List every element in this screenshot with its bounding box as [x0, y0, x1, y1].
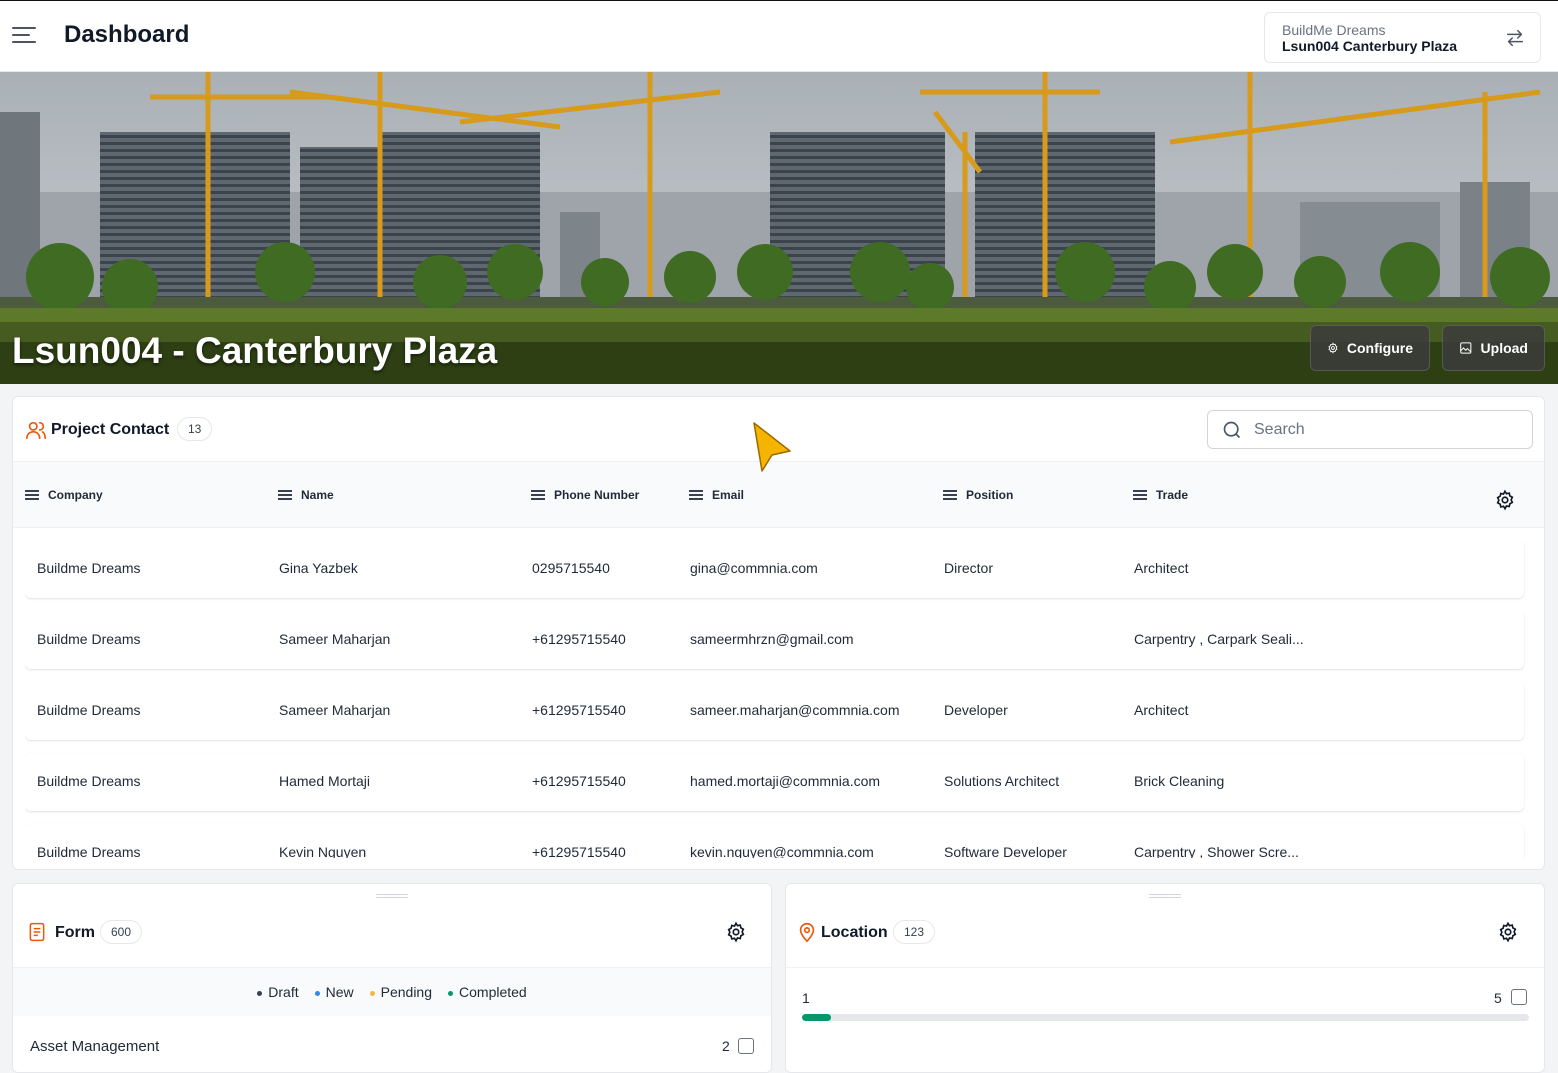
column-position[interactable]: Position — [943, 488, 1013, 502]
location-progress-bar — [802, 1014, 1529, 1021]
image-icon — [1460, 342, 1472, 354]
switcher-project: Lsun004 Canterbury Plaza — [1282, 38, 1458, 54]
map-pin-icon — [799, 922, 815, 943]
top-bar: Dashboard BuildMe Dreams Lsun004 Canterb… — [0, 0, 1558, 72]
table-row[interactable]: Buildme Dreams Sameer Maharjan +61295715… — [25, 611, 1524, 669]
legend-item-pending[interactable]: Pending — [369, 984, 432, 1000]
table-row[interactable]: Buildme Dreams Sameer Maharjan +61295715… — [25, 682, 1524, 740]
document-icon — [29, 922, 45, 942]
gear-icon — [1328, 342, 1338, 354]
column-menu-icon — [25, 490, 39, 500]
table-row[interactable]: Buildme Dreams Gina Yazbek 0295715540 gi… — [25, 540, 1524, 598]
column-menu-icon — [531, 490, 545, 500]
contact-table-header: Company Name Phone Number Email Position… — [13, 462, 1544, 528]
location-count-badge: 123 — [893, 920, 936, 944]
project-title: Lsun004 - Canterbury Plaza — [12, 330, 498, 371]
location-settings-gear-icon[interactable] — [1497, 921, 1519, 943]
form-settings-gear-icon[interactable] — [725, 921, 747, 943]
table-settings-gear-icon[interactable] — [1494, 489, 1516, 511]
table-row[interactable]: Buildme Dreams Hamed Mortaji +6129571554… — [25, 753, 1524, 811]
swap-arrows-icon — [1506, 29, 1524, 47]
contact-table-body: Buildme Dreams Gina Yazbek 0295715540 gi… — [25, 540, 1525, 858]
project-contact-card: Project Contact 13 Company Name Phone Nu… — [12, 396, 1545, 870]
location-card-title: Location — [821, 924, 888, 941]
legend-item-draft[interactable]: Draft — [257, 984, 299, 1000]
location-card: Location 123 1 5 — [785, 883, 1545, 1073]
column-menu-icon — [943, 490, 957, 500]
upload-label: Upload — [1480, 340, 1528, 356]
users-icon — [26, 421, 46, 440]
location-row-label: 1 — [802, 990, 810, 1006]
search-input[interactable] — [1254, 419, 1514, 441]
column-company[interactable]: Company — [25, 488, 103, 502]
column-menu-icon — [689, 490, 703, 500]
column-menu-icon — [1133, 490, 1147, 500]
open-external-icon[interactable] — [738, 1038, 754, 1054]
hamburger-menu-icon[interactable] — [12, 27, 36, 47]
contact-search[interactable] — [1207, 410, 1533, 449]
column-menu-icon — [278, 490, 292, 500]
page-title: Dashboard — [64, 21, 190, 48]
form-card: Form 600 Draft New Pending Completed Ass… — [12, 883, 772, 1073]
progress-fill — [802, 1014, 832, 1021]
column-email[interactable]: Email — [689, 488, 744, 502]
search-icon — [1223, 421, 1241, 439]
location-row-count: 5 — [1494, 990, 1502, 1006]
form-type-label: Asset Management — [30, 1038, 160, 1055]
contact-card-header: Project Contact 13 — [13, 397, 1544, 462]
configure-button[interactable]: Configure — [1310, 325, 1430, 371]
switcher-company: BuildMe Dreams — [1282, 22, 1386, 38]
contact-card-title: Project Contact — [51, 421, 170, 438]
form-card-title: Form — [55, 924, 95, 941]
legend-item-completed[interactable]: Completed — [448, 984, 527, 1000]
form-count-badge: 600 — [100, 920, 143, 944]
column-trade[interactable]: Trade — [1133, 488, 1188, 502]
configure-label: Configure — [1346, 340, 1413, 356]
column-name[interactable]: Name — [278, 488, 334, 502]
table-row[interactable]: Buildme Dreams Kevin Nguyen +61295715540… — [25, 824, 1524, 858]
upload-button[interactable]: Upload — [1442, 325, 1545, 371]
form-status-legend: Draft New Pending Completed — [13, 968, 771, 1016]
project-banner: Lsun004 - Canterbury Plaza Configure Upl… — [0, 72, 1558, 384]
project-switcher[interactable]: BuildMe Dreams Lsun004 Canterbury Plaza — [1264, 12, 1541, 63]
form-type-count: 2 — [722, 1038, 730, 1054]
location-card-header: Location 123 — [786, 884, 1544, 968]
legend-item-new[interactable]: New — [314, 984, 354, 1000]
open-external-icon[interactable] — [1511, 989, 1527, 1005]
contact-count-badge: 13 — [177, 417, 213, 441]
column-phone[interactable]: Phone Number — [531, 488, 639, 502]
form-card-header: Form 600 — [13, 884, 771, 968]
